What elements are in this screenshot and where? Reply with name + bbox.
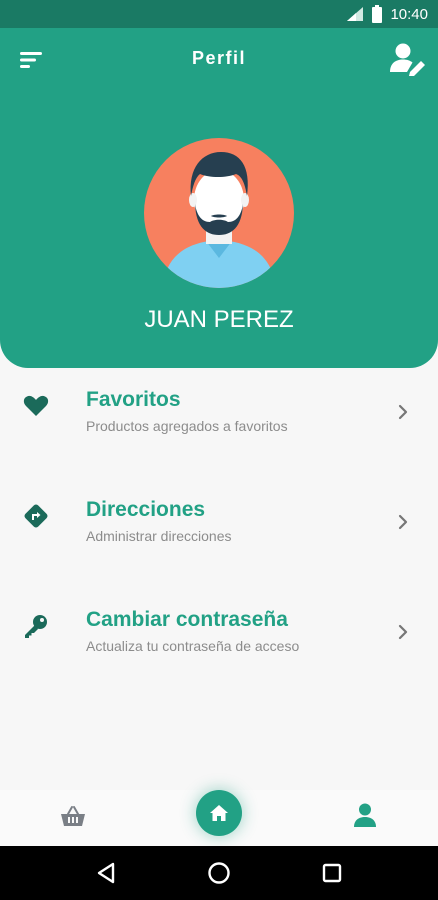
home-icon[interactable]: [196, 790, 242, 836]
back-icon[interactable]: [86, 853, 126, 893]
profile-menu-list: Favoritos Productos agregados a favorito…: [0, 368, 438, 698]
profile-header: Perfil JUAN PEREZ: [0, 28, 438, 368]
heart-icon: [22, 392, 50, 420]
chevron-right-icon: [396, 622, 410, 642]
menu-item-title: Favoritos: [86, 388, 181, 411]
menu-item-title: Cambiar contraseña: [86, 608, 288, 631]
page-title: Perfil: [191, 48, 247, 68]
status-bar: 10:40: [0, 0, 438, 28]
directions-icon: [22, 502, 50, 530]
bottom-nav: [0, 790, 438, 846]
menu-item-subtitle: Productos agregados a favoritos: [86, 418, 288, 434]
menu-item-cambiar-contrasena[interactable]: Cambiar contraseña Actualiza tu contrase…: [0, 588, 438, 698]
user-name: JUAN PEREZ: [144, 306, 294, 333]
chevron-right-icon: [396, 402, 410, 422]
key-icon: [22, 612, 50, 640]
menu-item-title: Direcciones: [86, 498, 206, 521]
basket-icon[interactable]: [60, 804, 86, 828]
menu-item-subtitle: Actualiza tu contraseña de acceso: [86, 638, 300, 654]
user-edit-icon[interactable]: [388, 42, 428, 76]
menu-item-subtitle: Administrar direcciones: [86, 528, 232, 544]
avatar: [144, 138, 294, 288]
system-navigation-bar: [0, 846, 438, 900]
profile-icon[interactable]: [352, 802, 378, 828]
status-time: 10:40: [390, 5, 428, 23]
menu-item-favoritos[interactable]: Favoritos Productos agregados a favorito…: [0, 368, 438, 478]
home-circle-icon[interactable]: [199, 853, 239, 893]
signal-icon: [346, 6, 364, 22]
recent-apps-icon[interactable]: [312, 853, 352, 893]
chevron-right-icon: [396, 512, 410, 532]
menu-item-direcciones[interactable]: Direcciones Administrar direcciones: [0, 478, 438, 588]
battery-icon: [372, 5, 383, 23]
